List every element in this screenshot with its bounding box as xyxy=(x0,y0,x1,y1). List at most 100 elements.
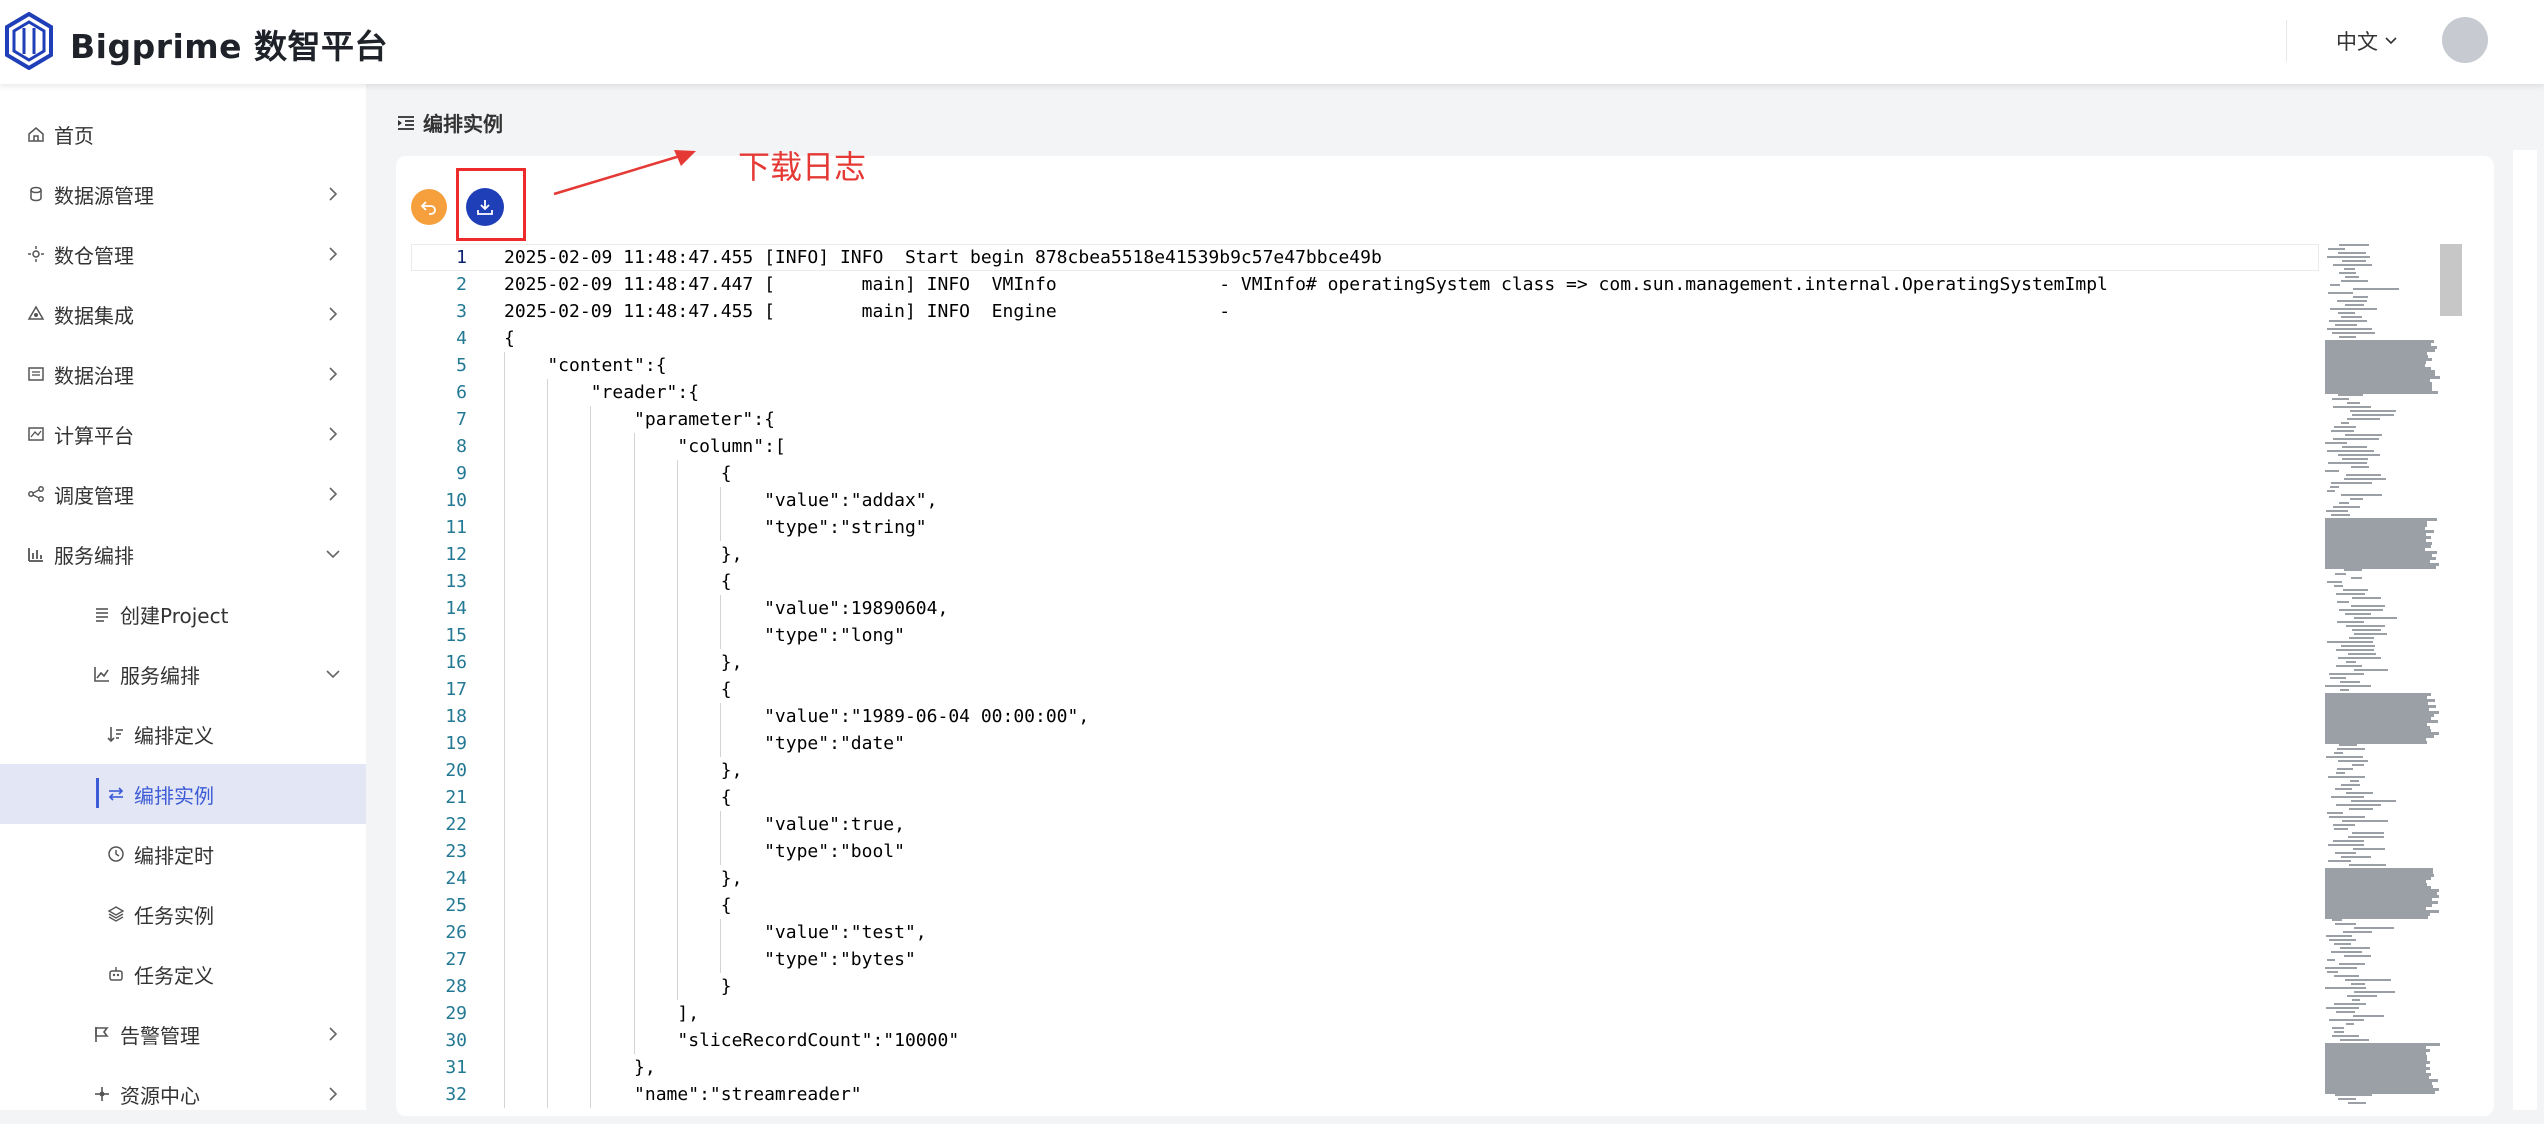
minimap-line xyxy=(2344,955,2371,957)
chevron-down-icon xyxy=(326,670,340,679)
minimap-line xyxy=(2327,641,2373,643)
minimap-line xyxy=(2329,320,2367,322)
log-line: 24 }, xyxy=(411,865,2319,892)
sidebar-item-11[interactable]: 编排实例 xyxy=(0,764,366,824)
log-line: 20 }, xyxy=(411,757,2319,784)
sidebar-item-0[interactable]: 首页 xyxy=(0,104,366,164)
integration-icon xyxy=(26,304,46,324)
line-number: 28 xyxy=(445,976,467,997)
sidebar-item-6[interactable]: 调度管理 xyxy=(0,464,366,524)
log-line: 31 }, xyxy=(411,1054,2319,1081)
minimap-line xyxy=(2336,593,2365,595)
line-chart-icon xyxy=(92,664,112,684)
sidebar-item-2[interactable]: 数仓管理 xyxy=(0,224,366,284)
line-number: 26 xyxy=(445,922,467,943)
sidebar-item-12[interactable]: 编排定时 xyxy=(0,824,366,884)
line-number: 27 xyxy=(445,949,467,970)
minimap-line xyxy=(2338,1098,2356,1100)
log-line: 16 }, xyxy=(411,649,2319,676)
minimap-line xyxy=(2329,816,2365,818)
log-line: 28 } xyxy=(411,973,2319,1000)
log-line-text: "type":"date" xyxy=(504,733,905,754)
sidebar-item-label: 首页 xyxy=(54,123,94,148)
minimap-line xyxy=(2333,840,2364,842)
sidebar-item-label: 创建Project xyxy=(120,603,229,628)
sidebar-item-7[interactable]: 服务编排 xyxy=(0,524,366,584)
minimap-line xyxy=(2335,923,2356,925)
page-scrollbar[interactable] xyxy=(2513,150,2537,1110)
sidebar-item-label: 数据治理 xyxy=(54,363,134,388)
log-editor[interactable]: 1 2025-02-09 11:48:47.455 [INFO] INFO Sta… xyxy=(411,244,2491,1110)
sidebar-item-15[interactable]: 告警管理 xyxy=(0,1004,366,1064)
sidebar-item-3[interactable]: 数据集成 xyxy=(0,284,366,344)
minimap-line xyxy=(2327,256,2370,258)
minimap-line xyxy=(2346,474,2381,476)
minimap-line xyxy=(2332,398,2349,400)
minimap-line xyxy=(2325,566,2436,569)
minimap-line xyxy=(2340,689,2349,691)
log-line: 18 "value":"1989-06-04 00:00:00", xyxy=(411,703,2319,730)
minimap-line xyxy=(2352,597,2381,599)
minimap-line xyxy=(2350,410,2396,412)
log-line-text: { xyxy=(504,895,732,916)
indent-icon xyxy=(398,115,414,130)
line-number: 2 xyxy=(456,274,467,295)
top-header: Bigprime 数智平台 中文 xyxy=(0,0,2544,84)
minimap-line xyxy=(2341,316,2362,318)
minimap-line xyxy=(2334,1031,2344,1033)
minimap[interactable] xyxy=(2325,244,2447,1110)
back-button[interactable] xyxy=(411,189,447,225)
line-number: 31 xyxy=(445,1057,467,1078)
sidebar-item-5[interactable]: 计算平台 xyxy=(0,404,366,464)
minimap-line xyxy=(2328,248,2345,250)
resource-icon xyxy=(92,1084,112,1104)
sidebar-item-10[interactable]: 编排定义 xyxy=(0,704,366,764)
avatar[interactable] xyxy=(2442,17,2488,63)
highlight-box xyxy=(456,168,526,241)
log-line: 19 "type":"date" xyxy=(411,730,2319,757)
log-line: 14 "value":19890604, xyxy=(411,595,2319,622)
minimap-line xyxy=(2352,999,2360,1001)
undo-icon xyxy=(420,201,436,215)
log-line: 30 "sliceRecordCount":"10000" xyxy=(411,1027,2319,1054)
sidebar-item-label: 数据集成 xyxy=(54,303,134,328)
log-line-text: "type":"bool" xyxy=(504,841,905,862)
sidebar-item-label: 告警管理 xyxy=(120,1023,200,1048)
minimap-line xyxy=(2342,458,2368,460)
sidebar-item-8[interactable]: 创建Project xyxy=(0,584,366,644)
robot-icon xyxy=(106,964,126,984)
language-switcher[interactable]: 中文 xyxy=(2336,26,2398,56)
sidebar-item-16[interactable]: 资源中心 xyxy=(0,1064,366,1124)
sidebar-item-13[interactable]: 任务实例 xyxy=(0,884,366,944)
sidebar-item-label: 编排定义 xyxy=(134,723,214,748)
minimap-line xyxy=(2330,308,2377,310)
minimap-line xyxy=(2344,268,2355,270)
sidebar-item-9[interactable]: 服务编排 xyxy=(0,644,366,704)
minimap-line xyxy=(2326,756,2363,758)
minimap-line xyxy=(2347,402,2360,404)
minimap-line xyxy=(2353,296,2368,298)
sidebar-item-label: 服务编排 xyxy=(54,543,134,568)
minimap-line xyxy=(2325,442,2347,444)
log-line-text: "content":{ xyxy=(504,355,667,376)
page-title-text: 编排实例 xyxy=(423,112,503,136)
log-line-text: "type":"bytes" xyxy=(504,949,916,970)
sidebar-item-4[interactable]: 数据治理 xyxy=(0,344,366,404)
sidebar-item-14[interactable]: 任务定义 xyxy=(0,944,366,1004)
log-line: 8 "column":[ xyxy=(411,433,2319,460)
clock-icon xyxy=(106,844,126,864)
chevron-right-icon xyxy=(329,367,338,381)
minimap-line xyxy=(2354,669,2388,671)
log-line-text: 2025-02-09 11:48:47.455 [ main] INFO Eng… xyxy=(504,301,1231,322)
log-line: 12 }, xyxy=(411,541,2319,568)
sidebar-item-label: 编排实例 xyxy=(134,783,214,808)
log-line-text: }, xyxy=(504,868,743,889)
sidebar-item-1[interactable]: 数据源管理 xyxy=(0,164,366,224)
minimap-line xyxy=(2335,852,2356,854)
line-number: 17 xyxy=(445,679,467,700)
minimap-line xyxy=(2331,796,2364,798)
minimap-line xyxy=(2334,828,2348,830)
line-number: 4 xyxy=(456,328,467,349)
editor-scrollbar-thumb[interactable] xyxy=(2440,244,2462,316)
minimap-line xyxy=(2337,601,2349,603)
